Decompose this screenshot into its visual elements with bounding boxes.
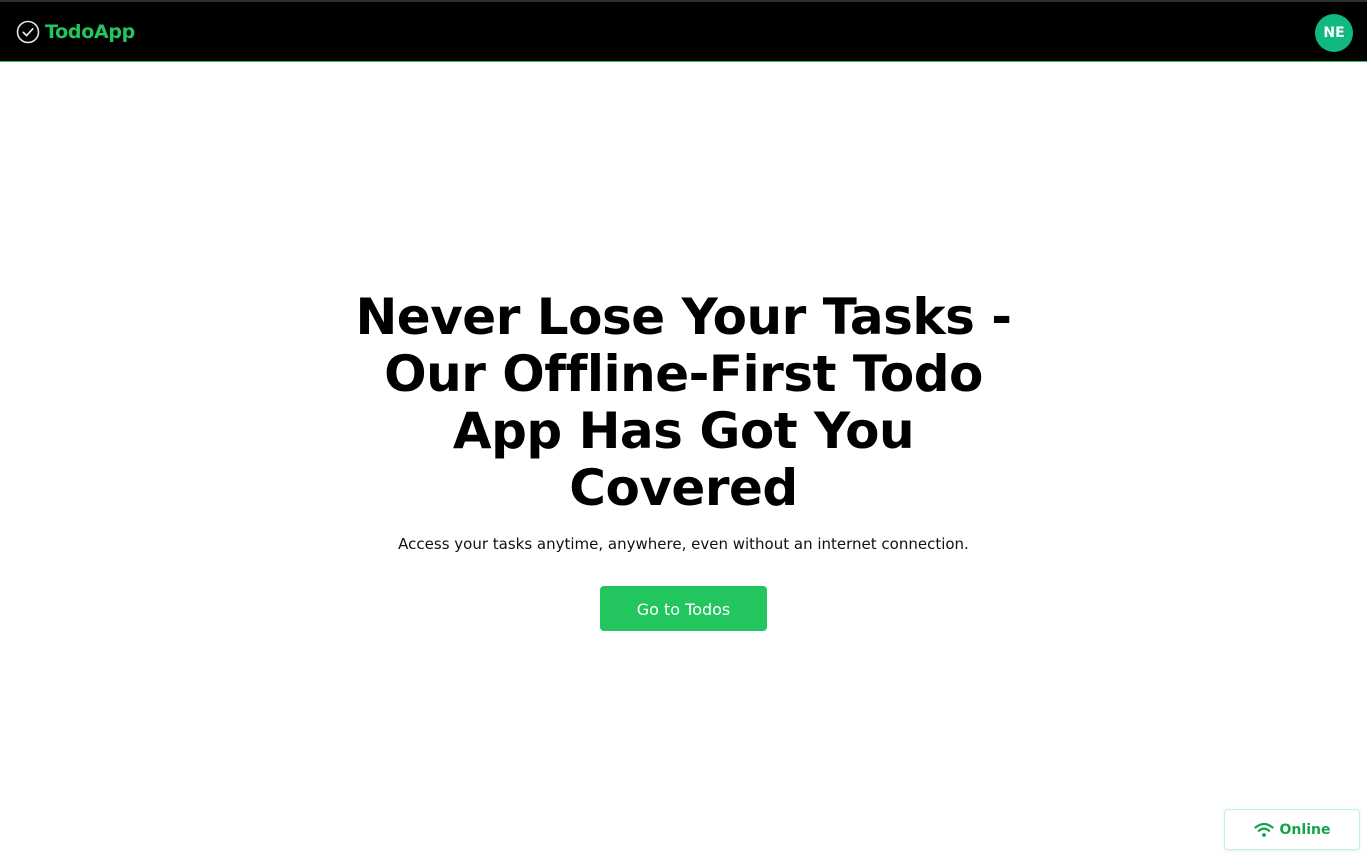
user-avatar[interactable]: NE <box>1315 14 1353 52</box>
hero-section: Never Lose Your Tasks - Our Offline-Firs… <box>0 289 1367 631</box>
go-to-todos-button[interactable]: Go to Todos <box>600 586 767 631</box>
hero-subtitle: Access your tasks anytime, anywhere, eve… <box>398 535 969 553</box>
hero-title: Never Lose Your Tasks - Our Offline-Firs… <box>355 288 1012 517</box>
wifi-icon <box>1253 822 1274 837</box>
check-circle-icon <box>16 20 40 44</box>
brand-logo-link[interactable]: TodoApp <box>16 19 135 45</box>
connection-status-label: Online <box>1279 821 1331 838</box>
top-navbar: TodoApp NE <box>0 0 1367 62</box>
connection-status-badge[interactable]: Online <box>1224 809 1360 850</box>
brand-name: TodoApp <box>45 21 135 43</box>
